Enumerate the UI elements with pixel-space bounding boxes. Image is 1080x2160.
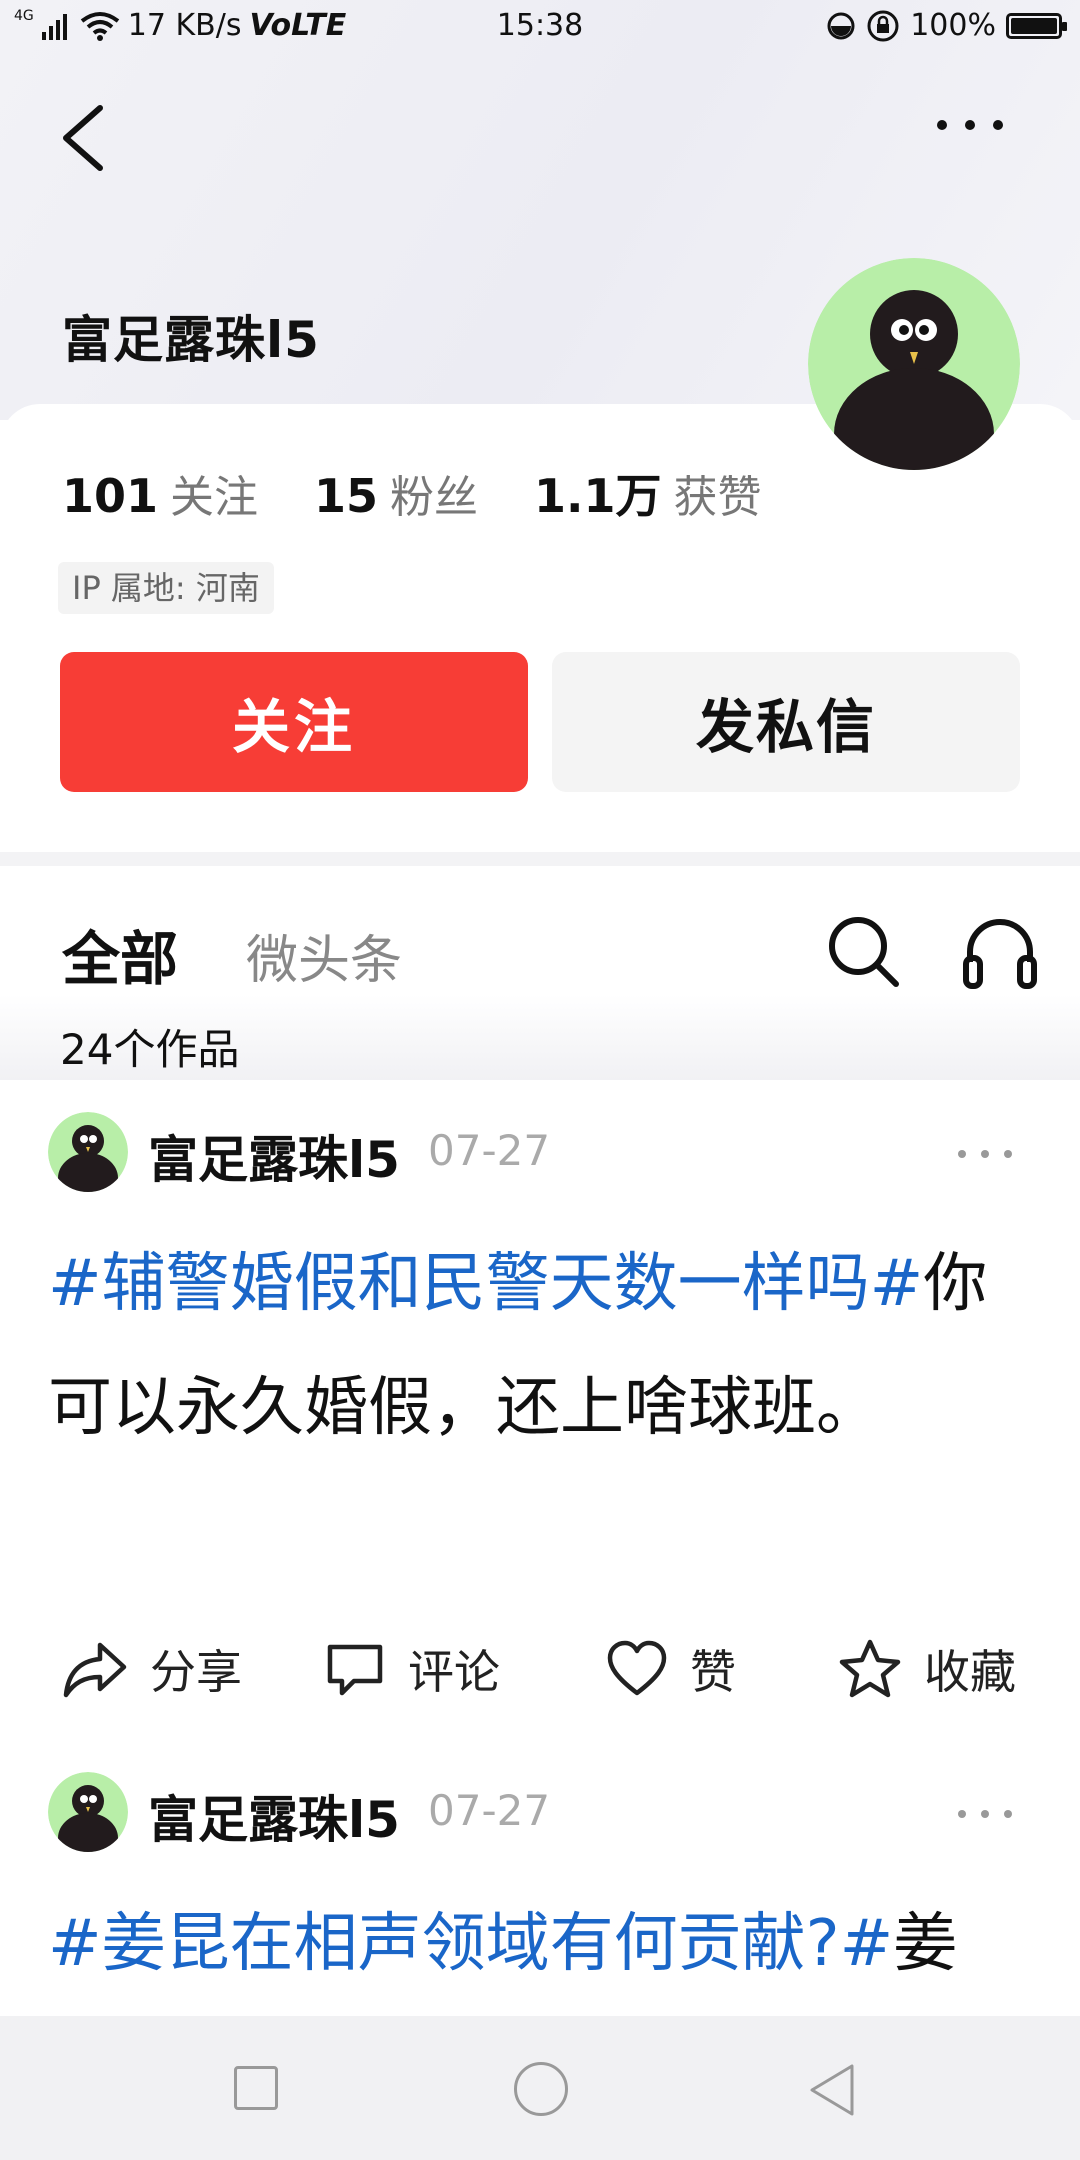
triangle-back-icon <box>810 2064 854 2116</box>
send-message-button[interactable]: 发私信 <box>552 652 1020 792</box>
share-button[interactable]: 分享 <box>62 1636 242 1702</box>
profile-stats: 101 关注 15 粉丝 1.1万 获赞 <box>62 460 818 526</box>
post-content[interactable]: #姜昆在相声领域有何贡献?#姜 <box>48 1882 1038 2006</box>
collect-button[interactable]: 收藏 <box>838 1636 1016 1702</box>
share-label: 分享 <box>150 1645 242 1699</box>
followers-count: 15 <box>314 469 379 523</box>
battery-icon <box>1006 12 1067 39</box>
headphones-icon <box>963 919 1037 989</box>
listen-button[interactable] <box>960 912 1040 992</box>
rotation-lock-icon <box>867 10 899 41</box>
search-button[interactable] <box>824 912 904 992</box>
like-label: 赞 <box>690 1645 736 1699</box>
black-bird-avatar-icon <box>808 258 1020 470</box>
likes-count: 1.1万 <box>534 469 662 523</box>
black-bird-avatar-icon <box>48 1112 128 1192</box>
post-more-button[interactable] <box>950 1794 1020 1834</box>
profile-name: 富足露珠l5 <box>62 311 320 369</box>
tab-all[interactable]: 全部 <box>62 912 178 996</box>
following-count: 101 <box>62 469 159 523</box>
followers-stat[interactable]: 15 粉丝 <box>314 461 478 525</box>
post-date: 07-27 <box>428 1786 551 1835</box>
do-not-disturb-icon <box>827 12 855 39</box>
post-body-text: 姜 <box>893 1907 958 1981</box>
tab-micro-headlines[interactable]: 微头条 <box>246 918 402 993</box>
works-count: 24个作品 <box>60 1025 240 1074</box>
post-more-button[interactable] <box>950 1134 1020 1174</box>
more-options-button[interactable] <box>930 110 1040 170</box>
more-horizontal-icon <box>937 120 1003 130</box>
profile-avatar[interactable] <box>808 258 1020 470</box>
back-button[interactable] <box>52 96 112 180</box>
post-author-avatar[interactable] <box>48 1112 128 1192</box>
share-icon <box>63 1642 127 1698</box>
chevron-left-icon <box>63 105 103 171</box>
comment-icon <box>327 1644 383 1696</box>
comment-label: 评论 <box>408 1645 500 1699</box>
post-content[interactable]: #辅警婚假和民警天数一样吗#你可以永久婚假，还上啥球班。 <box>48 1222 1038 1470</box>
likes-stat[interactable]: 1.1万 获赞 <box>534 460 762 526</box>
post-hashtag-link[interactable]: #姜昆在相声领域有何贡献?# <box>48 1907 893 1981</box>
collect-label: 收藏 <box>924 1645 1016 1699</box>
post-date: 07-27 <box>428 1126 551 1175</box>
search-icon <box>829 917 899 987</box>
post-hashtag-link[interactable]: #辅警婚假和民警天数一样吗# <box>48 1247 923 1321</box>
status-bar: 4G 17 KB/s VoLTE 15:38 100% <box>0 0 1080 56</box>
likes-label: 获赞 <box>673 472 762 523</box>
system-back-button[interactable] <box>802 2060 862 2120</box>
post-author-name[interactable]: 富足露珠l5 <box>148 1780 400 1852</box>
section-divider <box>0 852 1080 866</box>
more-horizontal-icon <box>958 1810 1012 1818</box>
heart-icon <box>607 1640 667 1696</box>
status-right: 100% <box>826 8 1067 43</box>
comment-button[interactable]: 评论 <box>324 1636 500 1702</box>
star-icon <box>839 1639 901 1698</box>
followers-label: 粉丝 <box>390 472 479 523</box>
battery-percent: 100% <box>910 8 996 43</box>
recent-apps-button[interactable] <box>234 2066 278 2110</box>
post-author-avatar[interactable] <box>48 1772 128 1852</box>
home-button[interactable] <box>514 2062 568 2116</box>
following-label: 关注 <box>170 472 259 523</box>
like-button[interactable]: 赞 <box>606 1636 736 1702</box>
black-bird-avatar-icon <box>48 1772 128 1852</box>
more-horizontal-icon <box>958 1150 1012 1158</box>
ip-location-tag: IP 属地: 河南 <box>58 562 274 614</box>
following-stat[interactable]: 101 关注 <box>62 461 258 525</box>
follow-button[interactable]: 关注 <box>60 652 528 792</box>
post-author-name[interactable]: 富足露珠l5 <box>148 1120 400 1192</box>
